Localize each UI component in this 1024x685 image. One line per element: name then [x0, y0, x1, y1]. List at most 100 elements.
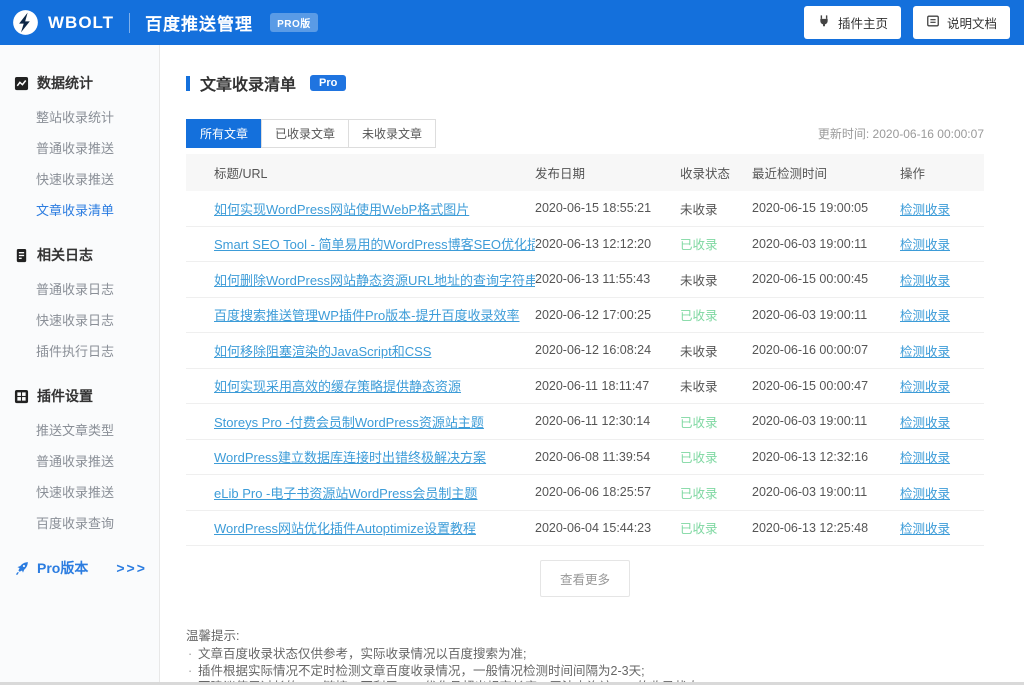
publish-date: 2020-06-08 11:39:54	[535, 450, 680, 464]
action-cell: 检测收录	[900, 412, 966, 431]
sidebar-section-label: 数据统计	[37, 73, 93, 93]
sidebar-section-title: 数据统计	[0, 73, 159, 93]
check-index-link[interactable]: 检测收录	[900, 238, 950, 252]
header-actions: 插件主页 说明文档	[804, 6, 1010, 39]
settings-icon	[14, 389, 29, 404]
sidebar-item[interactable]: 普通收录推送	[0, 132, 159, 163]
title-marker	[186, 76, 190, 91]
article-title-link[interactable]: 如何实现WordPress网站使用WebP格式图片	[214, 202, 469, 217]
last-check-time: 2020-06-03 19:00:11	[752, 308, 900, 322]
sidebar-item[interactable]: 推送文章类型	[0, 414, 159, 445]
action-cell: 检测收录	[900, 447, 966, 466]
sidebar-item[interactable]: 百度收录查询	[0, 507, 159, 538]
brand-divider	[129, 13, 130, 33]
index-status: 已收录	[680, 483, 752, 502]
table-row: WordPress网站优化插件Autoptimize设置教程 2020-06-04…	[186, 511, 984, 547]
rocket-icon	[13, 560, 30, 577]
check-index-link[interactable]: 检测收录	[900, 203, 950, 217]
main-content: 文章收录清单 Pro 所有文章已收录文章未收录文章 更新时间: 2020-06-…	[160, 45, 1024, 685]
tip-item: 插件根据实际情况不定时检测文章百度收录情况，一般情况检测时间间隔为2-3天;	[186, 663, 984, 680]
col-title-url: 标题/URL	[214, 163, 535, 182]
last-check-time: 2020-06-03 19:00:11	[752, 237, 900, 251]
index-status: 已收录	[680, 234, 752, 253]
tab-filter[interactable]: 未收录文章	[348, 119, 436, 148]
publish-date: 2020-06-04 15:44:23	[535, 521, 680, 535]
article-title-cell: 如何移除阻塞渲染的JavaScript和CSS	[214, 341, 535, 360]
article-title-link[interactable]: Smart SEO Tool - 简单易用的WordPress博客SEO优化插件	[214, 237, 535, 252]
table-row: 如何实现采用高效的缓存策略提供静态资源2020-06-11 18:11:47未收…	[186, 369, 984, 405]
action-cell: 检测收录	[900, 341, 966, 360]
pro-link-label: Pro版本	[37, 558, 88, 578]
brand: WBOLT 百度推送管理 PRO版	[12, 9, 318, 36]
check-index-link[interactable]: 检测收录	[900, 345, 950, 359]
article-title-cell: WordPress建立数据库连接时出错终极解决方案	[214, 447, 535, 466]
table-row: 百度搜索推送管理WP插件Pro版本-提升百度收录效率2020-06-12 17:…	[186, 298, 984, 334]
sidebar-section-title: 插件设置	[0, 386, 159, 406]
article-title-link[interactable]: 百度搜索推送管理WP插件Pro版本-提升百度收录效率	[214, 308, 520, 323]
page-pro-badge: Pro	[310, 75, 346, 91]
sidebar-section-label: 相关日志	[37, 245, 93, 265]
last-check-time: 2020-06-03 19:00:11	[752, 414, 900, 428]
article-title-link[interactable]: 如何删除WordPress网站静态资源URL地址的查询字符串	[214, 273, 535, 288]
action-cell: 检测收录	[900, 376, 966, 395]
sidebar-item[interactable]: 快速收录推送	[0, 163, 159, 194]
check-index-link[interactable]: 检测收录	[900, 380, 950, 394]
action-cell: 检测收录	[900, 199, 966, 218]
sidebar-item[interactable]: 文章收录清单	[0, 194, 159, 225]
table-row: 如何实现WordPress网站使用WebP格式图片2020-06-15 18:5…	[186, 191, 984, 227]
check-index-link[interactable]: 检测收录	[900, 522, 950, 536]
publish-date: 2020-06-13 12:12:20	[535, 237, 680, 251]
sidebar-item[interactable]: 快速收录日志	[0, 304, 159, 335]
docs-button[interactable]: 说明文档	[913, 6, 1010, 39]
article-table: 标题/URL 发布日期 收录状态 最近检测时间 操作 如何实现WordPress…	[186, 154, 984, 546]
brand-name: WBOLT	[48, 13, 114, 33]
check-index-link[interactable]: 检测收录	[900, 416, 950, 430]
article-title-link[interactable]: Storeys Pro -付费会员制WordPress资源站主题	[214, 415, 484, 430]
sidebar-item[interactable]: 快速收录推送	[0, 476, 159, 507]
article-title-link[interactable]: 如何移除阻塞渲染的JavaScript和CSS	[214, 344, 431, 359]
pro-version-badge: PRO版	[270, 13, 318, 32]
tips-section: 温馨提示: 文章百度收录状态仅供参考，实际收录情况以百度搜索为准;插件根据实际情…	[186, 625, 984, 685]
action-cell: 检测收录	[900, 483, 966, 502]
tab-filter[interactable]: 所有文章	[186, 119, 262, 148]
plugin-home-label: 插件主页	[838, 13, 888, 32]
sidebar-item[interactable]: 普通收录日志	[0, 273, 159, 304]
publish-date: 2020-06-11 12:30:14	[535, 414, 680, 428]
check-index-link[interactable]: 检测收录	[900, 274, 950, 288]
tab-filter[interactable]: 已收录文章	[261, 119, 349, 148]
check-index-link[interactable]: 检测收录	[900, 309, 950, 323]
article-title-cell: 如何实现采用高效的缓存策略提供静态资源	[214, 376, 535, 395]
check-index-link[interactable]: 检测收录	[900, 487, 950, 501]
article-title-cell: 如何实现WordPress网站使用WebP格式图片	[214, 199, 535, 218]
article-title-cell: WordPress网站优化插件Autoptimize设置教程	[214, 518, 535, 537]
chevron-right-icons: >>>	[116, 560, 147, 576]
table-body: 如何实现WordPress网站使用WebP格式图片2020-06-15 18:5…	[186, 191, 984, 546]
article-title-link[interactable]: WordPress网站优化插件Autoptimize设置教程	[214, 521, 476, 536]
sidebar-item[interactable]: 普通收录推送	[0, 445, 159, 476]
document-icon	[926, 14, 940, 31]
plugin-home-button[interactable]: 插件主页	[804, 6, 901, 39]
page-title: 文章收录清单	[200, 71, 296, 95]
action-cell: 检测收录	[900, 234, 966, 253]
sidebar-pro-link[interactable]: Pro版本 >>>	[0, 558, 159, 578]
article-title-link[interactable]: WordPress建立数据库连接时出错终极解决方案	[214, 450, 486, 465]
article-title-cell: 如何删除WordPress网站静态资源URL地址的查询字符串	[214, 270, 535, 289]
index-status: 已收录	[680, 518, 752, 537]
col-publish-date: 发布日期	[535, 163, 680, 182]
check-index-link[interactable]: 检测收录	[900, 451, 950, 465]
index-status: 已收录	[680, 305, 752, 324]
last-check-time: 2020-06-15 00:00:45	[752, 272, 900, 286]
table-row: 如何移除阻塞渲染的JavaScript和CSS2020-06-12 16:08:…	[186, 333, 984, 369]
last-check-time: 2020-06-13 12:25:48	[752, 521, 900, 535]
article-title-cell: eLib Pro -电子书资源站WordPress会员制主题	[214, 483, 535, 502]
index-status: 已收录	[680, 412, 752, 431]
table-row: 如何删除WordPress网站静态资源URL地址的查询字符串2020-06-13…	[186, 262, 984, 298]
article-title-link[interactable]: 如何实现采用高效的缓存策略提供静态资源	[214, 379, 461, 394]
sidebar-item[interactable]: 插件执行日志	[0, 335, 159, 366]
load-more-button[interactable]: 查看更多	[540, 560, 630, 597]
article-title-link[interactable]: eLib Pro -电子书资源站WordPress会员制主题	[214, 486, 477, 501]
last-check-time: 2020-06-03 19:00:11	[752, 485, 900, 499]
updated-time: 更新时间: 2020-06-16 00:00:07	[818, 125, 984, 142]
sidebar-item[interactable]: 整站收录统计	[0, 101, 159, 132]
index-status: 未收录	[680, 270, 752, 289]
